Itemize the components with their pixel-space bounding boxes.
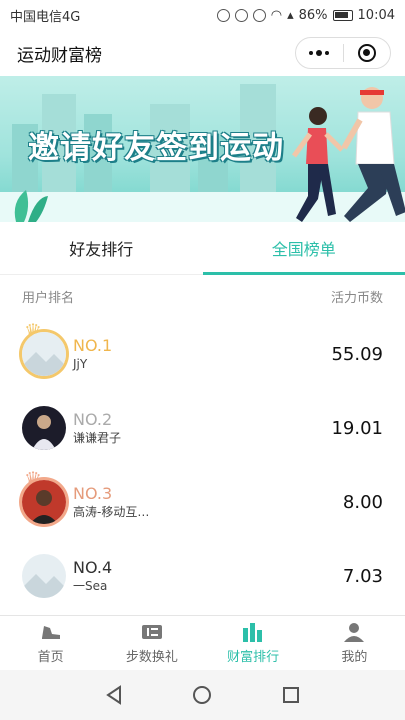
rank-label: NO.4 xyxy=(73,558,113,577)
list-item[interactable]: NO.4 一Sea 7.03 xyxy=(0,539,405,613)
tab-steps-label: 步数换礼 xyxy=(125,649,178,665)
runner-woman-illustration xyxy=(291,107,344,222)
sneaker-icon xyxy=(41,625,60,639)
ranking-tabs: 好友排行 全国榜单 xyxy=(0,222,405,275)
tab-friends-ranking[interactable]: 好友排行 xyxy=(0,222,203,274)
tab-steps-exchange[interactable]: 步数换礼 xyxy=(101,616,202,670)
more-button[interactable] xyxy=(296,38,343,68)
list-item[interactable]: ♛ NO.1 JjY 55.09 xyxy=(0,317,405,391)
tab-wealth-label: 财富排行 xyxy=(227,649,280,665)
status-bar: 中国电信4G ◠ ▴ 86% 10:04 xyxy=(0,0,405,30)
title-bar: 运动财富榜 xyxy=(0,30,405,76)
user-name: 一Sea xyxy=(73,579,108,593)
coin-count-header: 活力币数 xyxy=(330,290,383,306)
system-nav-bar xyxy=(0,670,405,720)
coin-score: 8.00 xyxy=(342,491,383,513)
carrier-label: 中国电信4G xyxy=(10,9,81,25)
list-header: 用户排名 活力币数 xyxy=(0,275,405,317)
alarm-icon xyxy=(234,8,248,22)
wifi-icon: ◠ xyxy=(270,7,283,23)
ticket-icon xyxy=(141,624,162,639)
back-icon[interactable] xyxy=(104,685,124,705)
user-name: JjY xyxy=(73,357,88,371)
more-icon xyxy=(309,50,330,56)
rank-label: NO.1 xyxy=(73,336,113,355)
avatar xyxy=(22,332,66,376)
tab-mine[interactable]: 我的 xyxy=(304,616,405,670)
user-rank-header: 用户排名 xyxy=(22,290,75,306)
rank-label: NO.2 xyxy=(73,410,113,429)
signal-icon: ▴ xyxy=(287,7,294,23)
eye-icon xyxy=(252,8,266,22)
bottom-tab-bar: 首页 步数换礼 财富排行 我的 xyxy=(0,615,405,670)
user-name: 谦谦君子 xyxy=(73,431,122,445)
target-icon xyxy=(357,44,376,62)
coin-score: 7.03 xyxy=(342,565,383,587)
coin-score: 19.01 xyxy=(331,417,383,439)
rank-label: NO.3 xyxy=(73,484,113,503)
recents-icon[interactable] xyxy=(281,685,301,705)
avatar xyxy=(22,406,66,450)
tab-national-ranking[interactable]: 全国榜单 xyxy=(202,222,405,275)
list-item[interactable]: ♛ NO.3 高涛-移动互… 8.00 xyxy=(0,465,405,539)
mute-icon xyxy=(216,8,230,22)
tab-home-label: 首页 xyxy=(37,649,64,665)
miniprogram-capsule xyxy=(295,37,391,69)
avatar xyxy=(22,480,66,524)
user-name: 高涛-移动互… xyxy=(73,505,150,519)
bar-chart-icon xyxy=(243,622,263,642)
tree-illustration xyxy=(14,190,48,222)
runner-man-illustration xyxy=(342,87,405,222)
battery-icon xyxy=(332,9,353,21)
close-button[interactable] xyxy=(344,38,391,68)
clock: 10:04 xyxy=(357,7,395,23)
tab-mine-label: 我的 xyxy=(341,649,368,665)
person-icon xyxy=(344,622,365,642)
battery-percent: 86% xyxy=(298,7,328,23)
home-icon[interactable] xyxy=(192,685,212,705)
invite-banner[interactable]: 邀请好友签到运动 xyxy=(0,76,405,222)
tab-home[interactable]: 首页 xyxy=(0,616,101,670)
banner-title: 邀请好友签到运动 xyxy=(28,130,284,166)
tab-wealth-ranking[interactable]: 财富排行 xyxy=(203,616,304,670)
list-item[interactable]: NO.2 谦谦君子 19.01 xyxy=(0,391,405,465)
coin-score: 55.09 xyxy=(331,343,383,365)
avatar xyxy=(22,554,66,598)
status-icons: ◠ ▴ 86% 10:04 xyxy=(216,7,395,23)
page-title: 运动财富榜 xyxy=(17,45,102,66)
